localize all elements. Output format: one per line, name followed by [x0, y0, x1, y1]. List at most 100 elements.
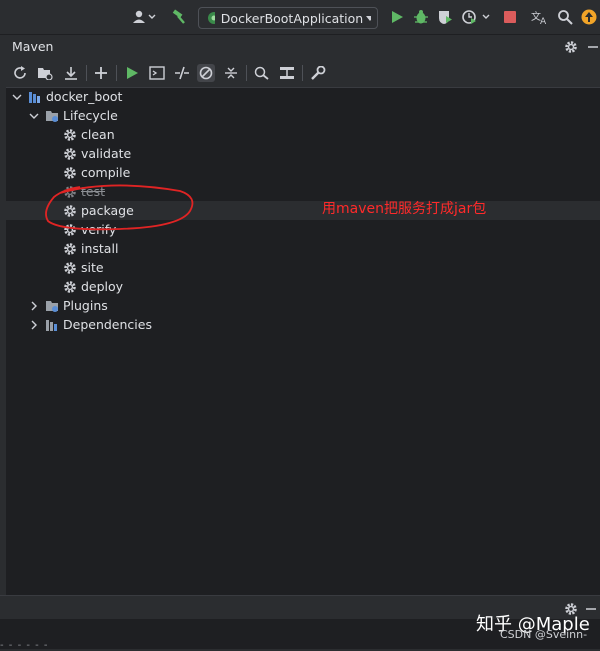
toolbar-separator: [302, 65, 303, 81]
panel-minimize-button[interactable]: [584, 38, 600, 56]
reload-button[interactable]: [11, 64, 29, 82]
update-button[interactable]: [581, 8, 597, 26]
toolbar-separator: [246, 65, 247, 81]
toolbar-separator: [86, 65, 87, 81]
phase-label: compile: [81, 165, 131, 180]
offline-icon: [175, 66, 189, 80]
debug-icon: [414, 10, 428, 24]
collapse-all-icon: [225, 67, 237, 79]
gear-icon: [63, 242, 77, 256]
download-icon: [65, 67, 77, 80]
profile-button[interactable]: [461, 8, 491, 26]
run-icon: [392, 11, 403, 23]
settings-gear-icon: [565, 41, 577, 53]
minimize-icon: [588, 46, 598, 48]
plus-icon: [95, 67, 107, 79]
chevron-down-icon[interactable]: [12, 92, 22, 102]
phase-label: validate: [81, 146, 132, 161]
terminal-icon: [149, 66, 165, 80]
stop-button[interactable]: [503, 8, 517, 26]
lifecycle-phase-clean[interactable]: clean: [6, 125, 600, 144]
svg-text:A: A: [540, 17, 547, 25]
lifecycle-label: Lifecycle: [63, 108, 118, 123]
chevron-right-icon[interactable]: [29, 320, 39, 330]
tree-node-project[interactable]: docker_boot: [6, 87, 600, 106]
lifecycle-phase-install[interactable]: install: [6, 239, 600, 258]
stop-icon: [504, 11, 516, 23]
run-button[interactable]: [389, 8, 405, 26]
user-icon: [133, 10, 156, 23]
translate-icon: 文 A: [531, 10, 547, 25]
dependencies-icon: [45, 318, 59, 332]
plugins-label: Plugins: [63, 298, 108, 313]
lifecycle-phase-validate[interactable]: validate: [6, 144, 600, 163]
lifecycle-folder-icon: [45, 109, 59, 123]
maven-project-icon: [28, 90, 42, 104]
gear-icon: [63, 261, 77, 275]
skip-tests-toggle[interactable]: [197, 64, 215, 82]
build-button[interactable]: [170, 8, 188, 26]
run-maven-build-button[interactable]: [123, 64, 141, 82]
gear-icon: [63, 166, 77, 180]
plugins-folder-icon: [45, 299, 59, 313]
lifecycle-phase-compile[interactable]: compile: [6, 163, 600, 182]
build-tool-settings-button[interactable]: [309, 64, 327, 82]
maven-tool-window: Maven docker_boot Lifecycle clean valida…: [6, 35, 600, 595]
analyze-icon: [254, 66, 269, 80]
show-diagram-button[interactable]: [278, 64, 296, 82]
annotation-text: 用maven把服务打成jar包: [322, 201, 487, 217]
translate-button[interactable]: 文 A: [531, 8, 549, 26]
lifecycle-phase-site[interactable]: site: [6, 258, 600, 277]
phase-label: install: [81, 241, 119, 256]
analyze-dependencies-button[interactable]: [253, 64, 271, 82]
lifecycle-phase-deploy[interactable]: deploy: [6, 277, 600, 296]
main-toolbar: DockerBootApplication 文 A: [0, 0, 600, 35]
generate-sources-button[interactable]: [36, 64, 54, 82]
tree-node-lifecycle[interactable]: Lifecycle: [6, 106, 600, 125]
debug-button[interactable]: [413, 8, 429, 26]
show-dependencies-button[interactable]: [222, 64, 240, 82]
toggle-offline-button[interactable]: [173, 64, 191, 82]
panel-settings-button[interactable]: [562, 38, 580, 56]
panel-title: Maven: [12, 39, 54, 54]
wrench-icon: [311, 66, 326, 80]
run-configuration-label: DockerBootApplication: [220, 10, 364, 26]
watermark-csdn: CSDN @Sveinn-: [500, 628, 588, 641]
annotation-circle: [45, 184, 194, 231]
execute-goal-button[interactable]: [148, 64, 166, 82]
gear-icon: [63, 147, 77, 161]
run-icon: [127, 67, 138, 79]
chevron-right-icon[interactable]: [29, 301, 39, 311]
dependencies-label: Dependencies: [63, 317, 152, 332]
spring-app-icon: [208, 12, 215, 24]
gear-icon: [63, 128, 77, 142]
profile-icon: [462, 10, 490, 24]
gear-icon: [63, 280, 77, 294]
project-name: docker_boot: [46, 89, 123, 104]
add-project-button[interactable]: [92, 64, 110, 82]
run-configuration-select[interactable]: DockerBootApplication: [198, 7, 378, 29]
tree-node-dependencies[interactable]: Dependencies: [6, 315, 600, 334]
update-icon: [581, 9, 597, 25]
reload-icon: [14, 66, 26, 79]
build-hammer-icon: [172, 9, 185, 24]
skip-tests-icon: [199, 66, 213, 80]
search-button[interactable]: [557, 8, 573, 26]
dashed-divider: - - - - - -: [0, 640, 49, 651]
tree-node-plugins[interactable]: Plugins: [6, 296, 600, 315]
download-sources-button[interactable]: [62, 64, 80, 82]
toolbar-separator: [116, 65, 117, 81]
diagram-icon: [280, 67, 294, 79]
folder-sync-icon: [38, 68, 53, 80]
chevron-down-icon: [366, 16, 371, 21]
maven-toolbar: [6, 59, 600, 88]
account-button[interactable]: [132, 8, 156, 26]
chevron-down-icon[interactable]: [29, 111, 39, 121]
phase-label: site: [81, 260, 104, 275]
maven-panel-header: Maven: [6, 35, 600, 59]
coverage-button[interactable]: [437, 8, 453, 26]
search-icon: [558, 10, 573, 25]
phase-label: deploy: [81, 279, 124, 294]
phase-label: clean: [81, 127, 115, 142]
coverage-icon: [439, 11, 452, 24]
